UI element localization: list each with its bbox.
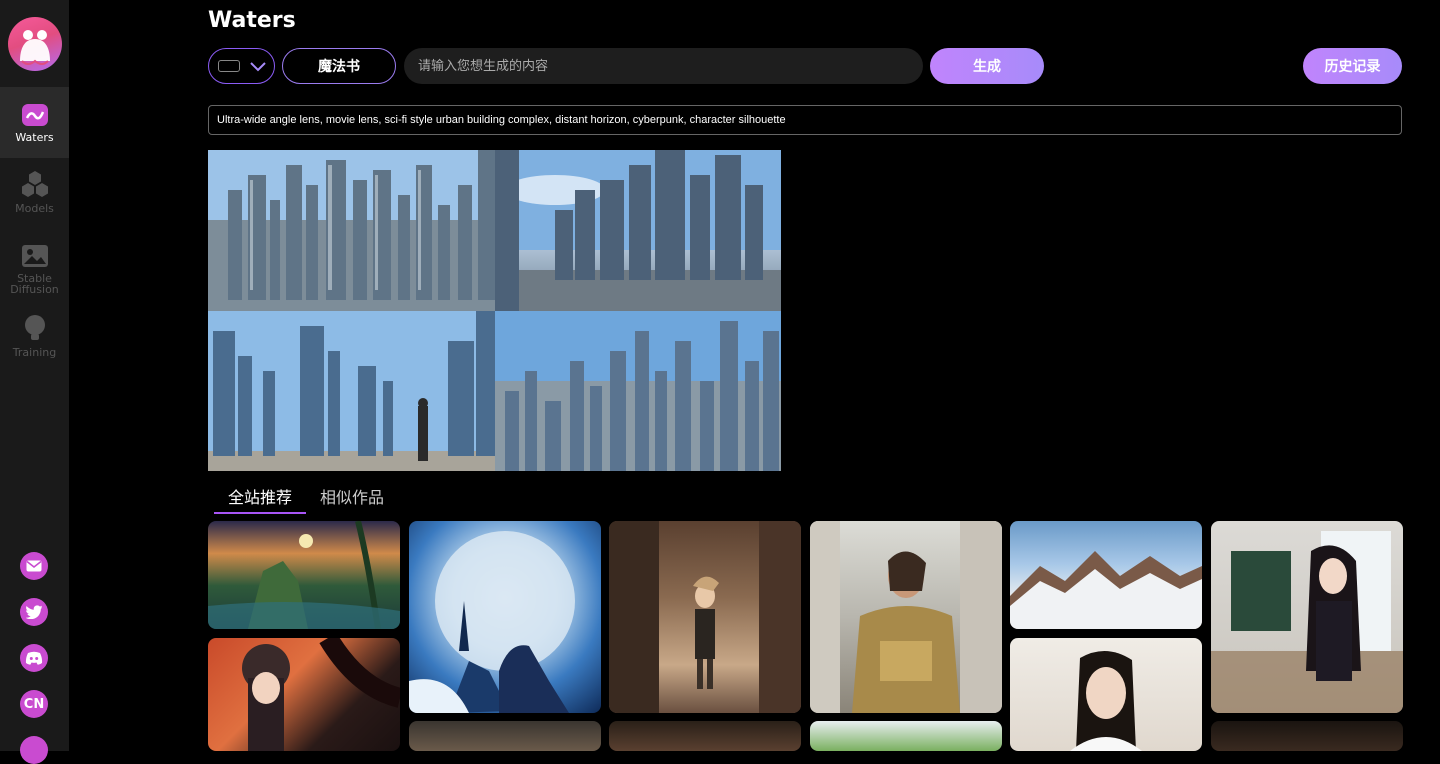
result-image[interactable] <box>495 150 781 311</box>
sidebar-item-waters[interactable]: Waters <box>0 87 69 158</box>
prompt-text: Ultra-wide angle lens, movie lens, sci-f… <box>208 105 1402 135</box>
gallery-image[interactable] <box>810 721 1002 751</box>
gallery-image[interactable] <box>1211 521 1403 713</box>
result-image[interactable] <box>208 150 495 311</box>
logo-icon <box>7 16 62 71</box>
discord-icon[interactable] <box>20 644 48 672</box>
tab-similar-works[interactable]: 相似作品 <box>306 480 398 514</box>
image-icon <box>21 244 49 270</box>
sidebar-item-label: Training <box>12 346 57 359</box>
more-icon[interactable] <box>20 736 48 764</box>
app-logo[interactable] <box>0 0 69 87</box>
model-select[interactable] <box>208 48 275 84</box>
result-image[interactable] <box>208 311 495 471</box>
gallery-image[interactable] <box>1010 638 1202 751</box>
page-title: Waters <box>208 8 296 33</box>
sidebar: Waters Models Stable Diffusion Training … <box>0 0 69 764</box>
sidebar-item-training[interactable]: Training <box>0 314 69 359</box>
gallery-image[interactable] <box>1211 721 1403 751</box>
sidebar-item-models[interactable]: Models <box>0 170 69 214</box>
gallery-image[interactable] <box>609 521 801 713</box>
sidebar-item-label-line2: Diffusion <box>10 283 59 296</box>
result-image[interactable] <box>495 311 781 471</box>
gallery-image[interactable] <box>609 721 801 751</box>
gallery-image[interactable] <box>208 638 400 751</box>
waters-icon <box>21 103 49 129</box>
gallery-tabs: 全站推荐 相似作品 <box>208 480 398 516</box>
chevron-down-icon <box>249 57 266 76</box>
mail-icon[interactable] <box>20 552 48 580</box>
history-button[interactable]: 历史记录 <box>1303 48 1402 84</box>
gallery-image[interactable] <box>409 521 601 713</box>
gallery-image[interactable] <box>810 521 1002 713</box>
result-grid <box>208 150 781 471</box>
gallery-image[interactable] <box>409 721 601 751</box>
model-chip-icon <box>217 60 240 72</box>
models-icon <box>20 170 50 200</box>
sidebar-item-label: Models <box>15 202 54 215</box>
spellbook-button[interactable]: 魔法书 <box>282 48 396 84</box>
lightbulb-icon <box>23 314 47 344</box>
sidebar-item-stable-diffusion[interactable]: Stable Diffusion <box>0 244 69 296</box>
language-cn-icon[interactable]: CN <box>20 690 48 718</box>
prompt-input[interactable] <box>404 48 923 84</box>
gallery-image[interactable] <box>1010 521 1202 629</box>
language-label: CN <box>23 696 45 712</box>
tab-site-recommended[interactable]: 全站推荐 <box>214 480 307 514</box>
sidebar-item-label: Waters <box>15 130 54 144</box>
gallery-image[interactable] <box>208 521 400 629</box>
generate-button[interactable]: 生成 <box>930 48 1044 84</box>
twitter-icon[interactable] <box>20 598 48 626</box>
